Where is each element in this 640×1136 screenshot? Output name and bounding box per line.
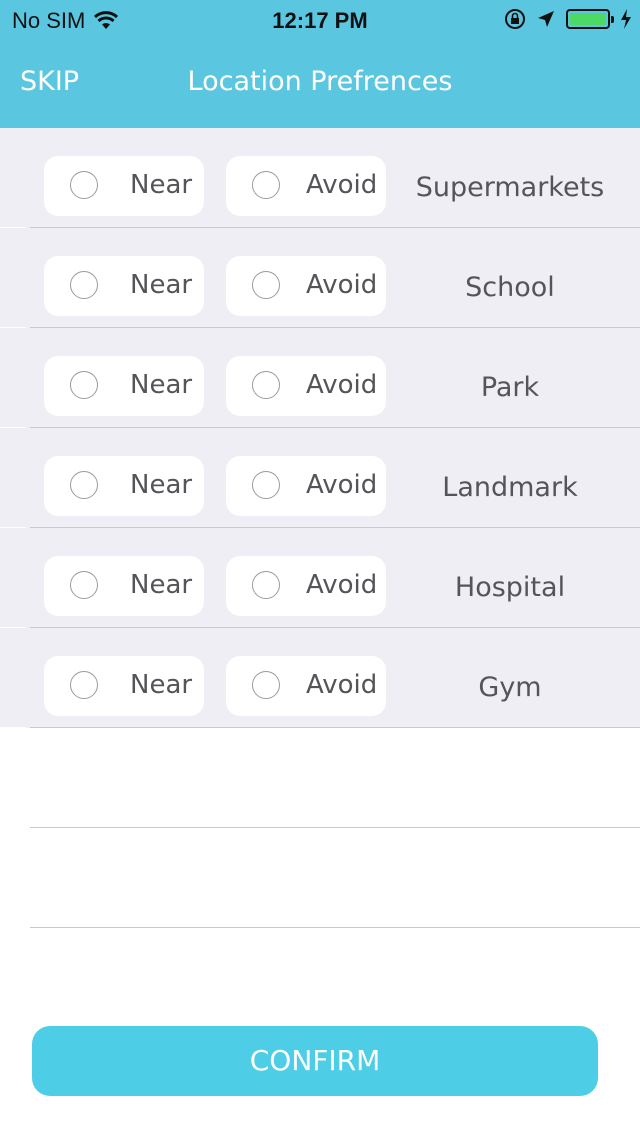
confirm-button[interactable]: CONFIRM [32, 1026, 598, 1096]
place-label: Hospital [454, 572, 566, 603]
near-option[interactable]: Near [44, 656, 204, 716]
avoid-option[interactable]: Avoid [226, 256, 386, 316]
orientation-lock-icon [505, 9, 525, 29]
near-option[interactable]: Near [44, 556, 204, 616]
avoid-label: Avoid [306, 470, 378, 500]
place-label: Supermarkets [415, 172, 605, 203]
location-preferences-screen: No SIM 12:17 PM SKIP Location Prefrences… [0, 0, 640, 1136]
near-label: Near [130, 370, 193, 400]
near-label: Near [130, 270, 193, 300]
preference-row: Near Avoid School [0, 228, 640, 328]
avoid-label: Avoid [306, 270, 378, 300]
location-arrow-icon [538, 11, 554, 27]
near-radio[interactable] [70, 371, 98, 399]
preference-row: Near Avoid Landmark [0, 428, 640, 528]
row-separator [30, 927, 640, 928]
empty-row [0, 728, 640, 828]
place-label: School [465, 272, 555, 303]
avoid-radio[interactable] [252, 171, 280, 199]
page-title: Location Prefrences [187, 66, 453, 97]
preference-row: Near Avoid Supermarkets [0, 128, 640, 228]
charging-bolt-icon [621, 9, 631, 29]
avoid-option[interactable]: Avoid [226, 556, 386, 616]
avoid-option[interactable]: Avoid [226, 156, 386, 216]
near-radio[interactable] [70, 571, 98, 599]
avoid-radio[interactable] [252, 571, 280, 599]
near-label: Near [130, 470, 193, 500]
battery-fill [570, 13, 606, 25]
avoid-radio[interactable] [252, 471, 280, 499]
near-label: Near [130, 570, 193, 600]
near-option[interactable]: Near [44, 456, 204, 516]
avoid-option[interactable]: Avoid [226, 356, 386, 416]
near-radio[interactable] [70, 471, 98, 499]
avoid-option[interactable]: Avoid [226, 456, 386, 516]
avoid-label: Avoid [306, 670, 378, 700]
status-right [504, 8, 632, 30]
avoid-label: Avoid [306, 170, 378, 200]
preference-row: Near Avoid Gym [0, 628, 640, 728]
near-radio[interactable] [70, 671, 98, 699]
near-option[interactable]: Near [44, 156, 204, 216]
preference-row: Near Avoid Hospital [0, 528, 640, 628]
empty-row [0, 828, 640, 928]
avoid-label: Avoid [306, 370, 378, 400]
place-label: Gym [478, 672, 542, 703]
place-label: Park [480, 372, 540, 403]
place-label: Landmark [442, 472, 578, 503]
avoid-radio[interactable] [252, 371, 280, 399]
near-option[interactable]: Near [44, 356, 204, 416]
avoid-label: Avoid [306, 570, 378, 600]
avoid-option[interactable]: Avoid [226, 656, 386, 716]
near-radio[interactable] [70, 271, 98, 299]
preference-row: Near Avoid Park [0, 328, 640, 428]
near-option[interactable]: Near [44, 256, 204, 316]
status-bar: No SIM 12:17 PM [0, 0, 640, 40]
avoid-radio[interactable] [252, 671, 280, 699]
header: No SIM 12:17 PM SKIP Location Prefrences [0, 0, 640, 128]
near-label: Near [130, 670, 193, 700]
battery-icon [566, 9, 614, 29]
preferences-list: Near Avoid Supermarkets Near Avoid Schoo… [0, 128, 640, 928]
avoid-radio[interactable] [252, 271, 280, 299]
near-radio[interactable] [70, 171, 98, 199]
near-label: Near [130, 170, 193, 200]
